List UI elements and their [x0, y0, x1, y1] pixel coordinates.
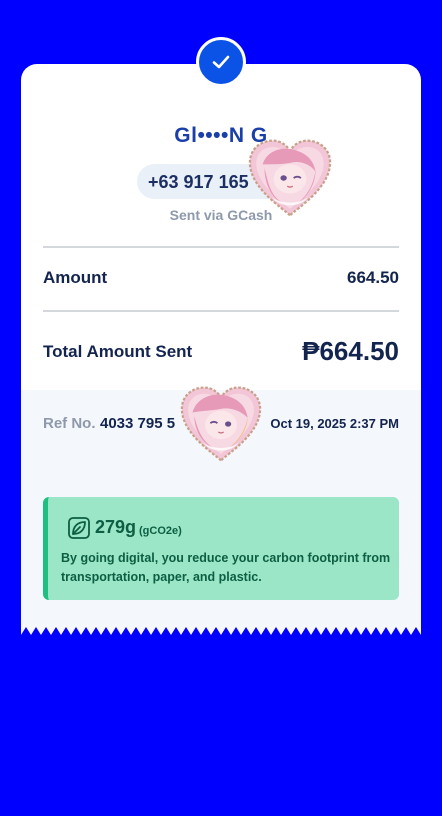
anime-heart-sticker [248, 139, 332, 217]
success-check-badge [196, 37, 246, 87]
divider [43, 246, 399, 248]
ref-number[interactable]: 4033 795 5 [100, 415, 175, 432]
currency-symbol: ₱ [302, 336, 320, 366]
eco-message: By going digital, you reduce your carbon… [61, 551, 391, 584]
total-label: Total Amount Sent [43, 342, 193, 361]
sent-via-label: Sent via GCash [169, 207, 273, 223]
total-amount: 664.50 [319, 336, 399, 366]
recipient-name: Gl••••N G [174, 124, 268, 147]
amount-label: Amount [43, 268, 108, 287]
amount-value: 664.50 [347, 268, 399, 287]
anime-heart-sticker [180, 386, 262, 463]
ref-label: Ref No. [43, 415, 96, 432]
receipt-zigzag-edge [21, 625, 421, 635]
eco-amount: 279g [95, 517, 137, 537]
recipient-phone: +63 917 165 [148, 172, 249, 192]
eco-unit: (gCO2e) [139, 525, 182, 537]
leaf-icon [68, 517, 90, 539]
divider [43, 310, 399, 312]
total-value: ₱664.50 [302, 336, 399, 367]
eco-card: 279g (gCO2e) By going digital, you reduc… [43, 497, 399, 600]
transaction-datetime: Oct 19, 2025 2:37 PM [270, 416, 399, 431]
check-icon [212, 55, 230, 69]
